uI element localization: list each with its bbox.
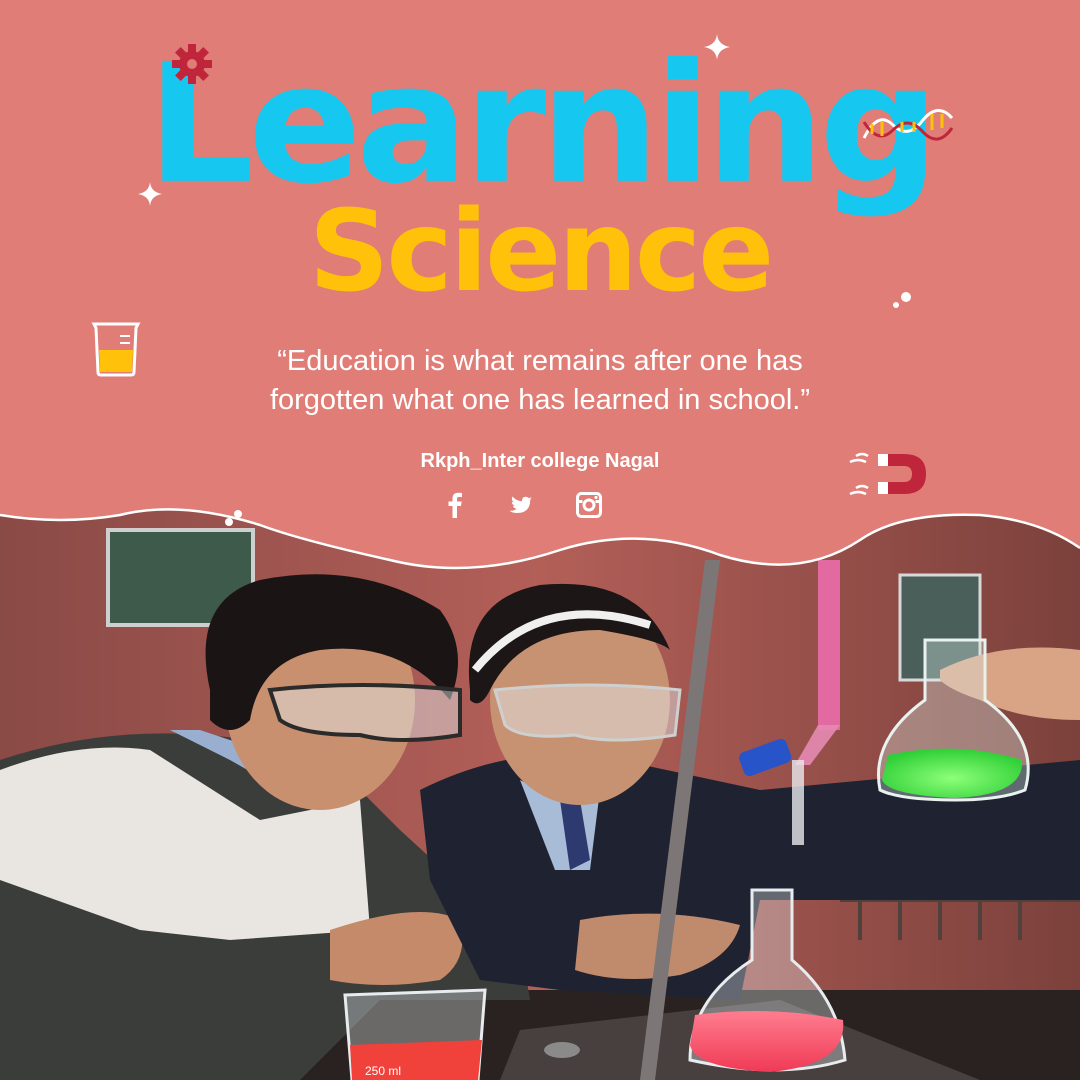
beaker-icon — [91, 322, 141, 377]
dna-icon — [862, 109, 954, 141]
dots-icon-2 — [225, 510, 242, 526]
quote: “Education is what remains after one has… — [200, 342, 880, 420]
facebook-icon[interactable] — [440, 490, 470, 520]
dots-icon — [893, 292, 911, 308]
quote-line-1: “Education is what remains after one has — [277, 345, 803, 377]
twitter-icon[interactable] — [506, 490, 536, 520]
sparkle-icon — [704, 34, 730, 60]
gear-icon — [172, 44, 212, 84]
quote-line-2: forgotten what one has learned in school… — [269, 384, 811, 416]
safety-goggles-right — [493, 683, 682, 742]
magnet-icon — [849, 452, 926, 496]
sparkle-icon-2 — [138, 182, 162, 206]
beaker-label: 250 ml — [365, 1064, 401, 1078]
title-science: Science — [308, 187, 775, 317]
instagram-icon[interactable] — [574, 490, 604, 520]
